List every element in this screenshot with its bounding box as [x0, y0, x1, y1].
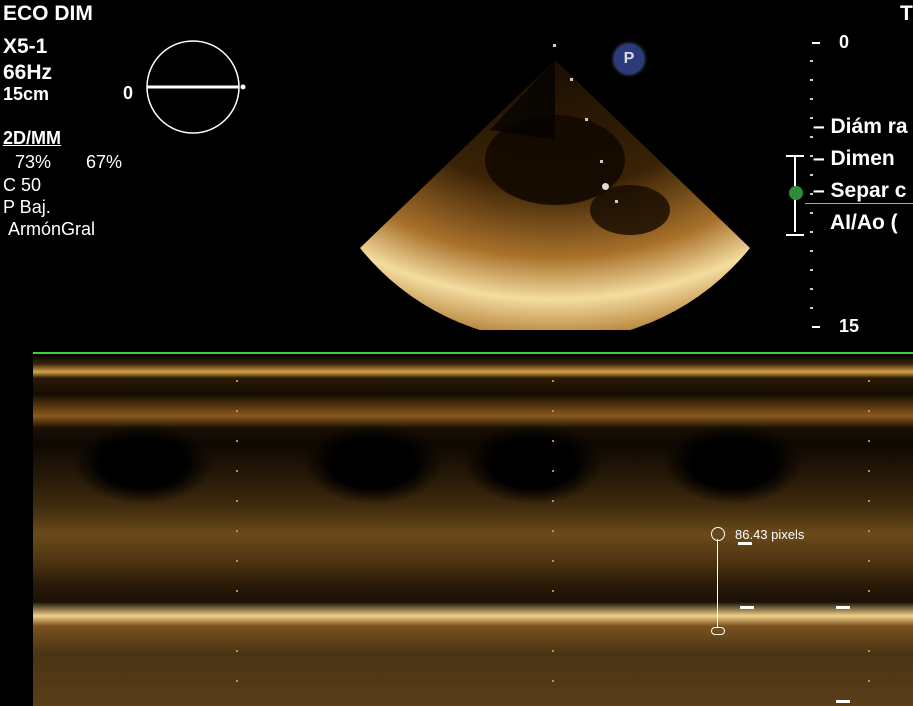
measurement-label: Diám ra	[830, 115, 908, 138]
caliper-line	[717, 539, 718, 627]
caliper-tick	[836, 700, 850, 703]
measurement-item[interactable]: – Dimen	[813, 148, 895, 169]
measurement-label: AI/Ao (	[830, 211, 898, 234]
orientation-angle: 0	[123, 83, 134, 103]
caliper-tick	[836, 606, 850, 609]
exam-title: ECO DIM	[3, 2, 93, 25]
harmonic-label: ArmónGral	[8, 219, 96, 239]
gain-2d: 73%	[15, 152, 52, 172]
depth-tick	[812, 42, 820, 44]
measurement-divider	[805, 203, 913, 204]
caliper-tick	[740, 606, 754, 609]
scan-line-marker	[600, 160, 603, 163]
depth-scale-top: 0	[839, 32, 850, 52]
depth-label: 15cm	[3, 84, 50, 104]
scan-line-marker	[570, 78, 573, 81]
time-marker-dots	[552, 380, 554, 706]
measurement-item[interactable]: – Separ c	[813, 180, 906, 201]
compress-label: C 50	[3, 175, 42, 195]
measurement-item[interactable]: AI/Ao (	[830, 212, 898, 233]
measurement-label: Dimen	[830, 147, 895, 170]
scan-line-marker	[615, 200, 618, 203]
scan-line-marker	[553, 44, 556, 47]
depth-tick	[812, 326, 820, 328]
power-label: P Baj.	[3, 197, 51, 217]
depth-scale-bottom: 15	[839, 316, 860, 336]
measurement-item[interactable]: – Diám ra	[813, 116, 908, 137]
scan-focus-marker	[602, 183, 609, 190]
scan-line-marker	[585, 118, 588, 121]
frame-rate: 66Hz	[3, 61, 53, 84]
measurement-label: Separ c	[830, 179, 907, 202]
ultrasound-2d-sector	[360, 60, 750, 330]
header-right-text: T	[900, 2, 913, 25]
measurement-marker-icon	[789, 186, 803, 200]
orientation-circle-icon	[146, 40, 246, 134]
probe-orientation-marker: P	[614, 44, 644, 74]
caliper-readout: 86.43 pixels	[735, 527, 805, 542]
gain-mm: 67%	[86, 152, 123, 172]
caliper-end-handle[interactable]	[711, 627, 725, 635]
time-marker-dots	[868, 380, 870, 706]
caliper-tick	[738, 542, 752, 545]
probe-name: X5-1	[3, 35, 48, 58]
caliper-start-handle[interactable]	[711, 527, 725, 541]
mode-label: 2D/MM	[3, 128, 61, 148]
time-marker-dots	[236, 380, 238, 706]
